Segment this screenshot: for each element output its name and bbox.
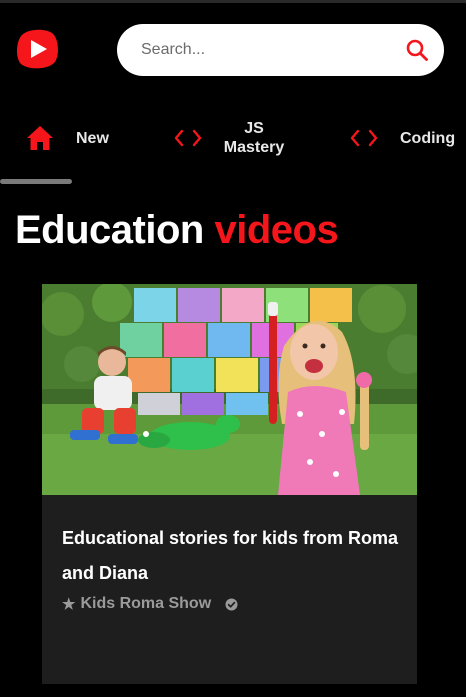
search-input[interactable] (141, 35, 404, 65)
category-label: New (76, 129, 109, 147)
search-icon[interactable] (404, 37, 430, 63)
code-icon (174, 124, 202, 152)
category-label: JS Mastery (223, 120, 285, 156)
channel-link[interactable]: ★ Kids Roma Show (62, 595, 402, 613)
page-title-main: Education (15, 208, 204, 252)
category-coding[interactable]: Coding (350, 110, 455, 166)
video-thumbnail[interactable] (42, 284, 417, 495)
page-title: Education videos (15, 205, 339, 255)
channel-name: Kids Roma Show (80, 595, 212, 612)
video-title[interactable]: Educational stories for kids from Roma a… (62, 521, 402, 591)
top-rule (0, 0, 466, 3)
check-circle-icon (225, 598, 238, 611)
search-bar (117, 24, 444, 76)
category-label: Coding (400, 129, 456, 147)
category-new[interactable]: New (26, 110, 109, 166)
code-icon (350, 124, 378, 152)
page-title-accent: videos (214, 208, 339, 252)
category-bar: New JS Mastery Coding (0, 110, 466, 166)
category-js-mastery[interactable]: JS Mastery (174, 110, 286, 166)
video-card[interactable]: Educational stories for kids from Roma a… (42, 284, 417, 684)
home-icon (26, 124, 54, 152)
star-icon: ★ (62, 596, 76, 613)
horizontal-scrollbar[interactable] (0, 179, 72, 184)
video-card-body: Educational stories for kids from Roma a… (62, 521, 402, 613)
play-logo-icon[interactable] (14, 27, 60, 71)
